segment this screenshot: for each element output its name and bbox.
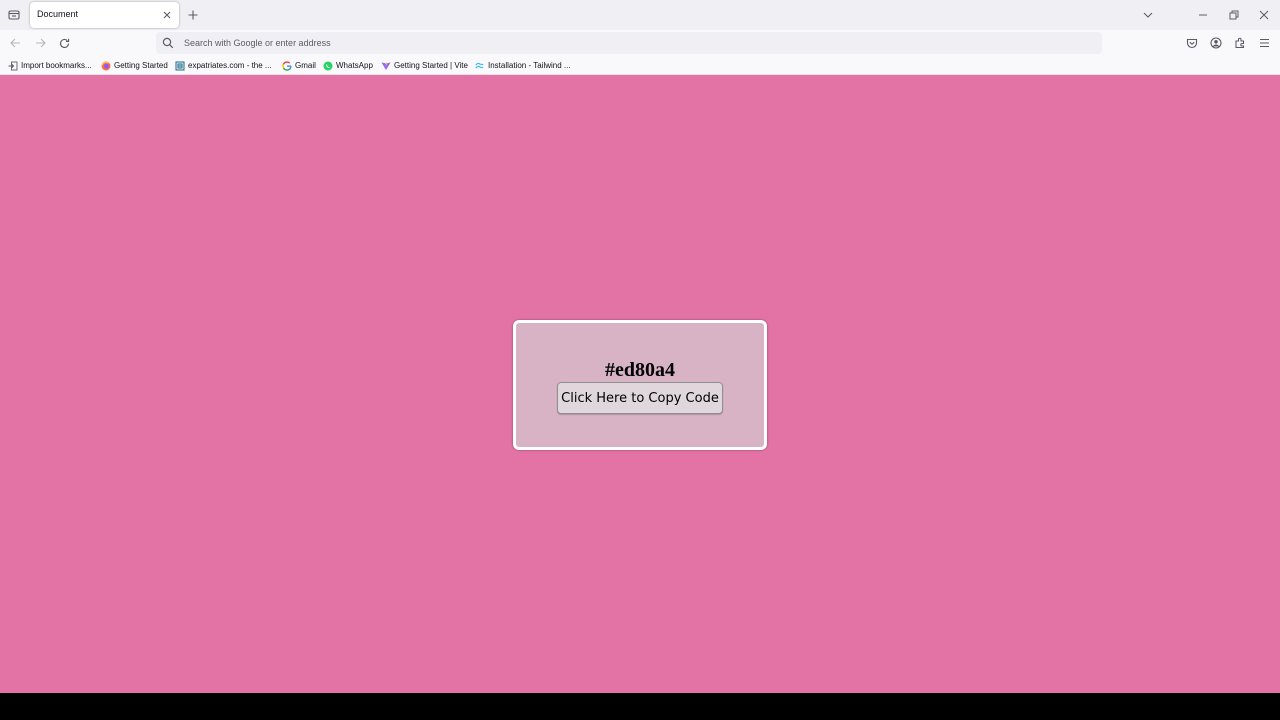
firefox-icon [101, 61, 111, 71]
menu-icon[interactable] [1256, 35, 1272, 51]
bookmark-label: WhatsApp [336, 61, 373, 70]
bookmark-label: Getting Started [114, 61, 168, 70]
restore-icon[interactable] [1226, 7, 1242, 23]
google-icon [282, 60, 292, 71]
forward-arrow-icon[interactable] [32, 35, 48, 51]
minimize-icon[interactable] [1195, 7, 1211, 23]
expatriates-icon [175, 61, 185, 71]
bookmark-gmail[interactable]: Gmail [282, 59, 316, 72]
chevron-down-icon[interactable] [1140, 7, 1156, 23]
close-icon[interactable] [160, 8, 174, 22]
copy-code-button[interactable]: Click Here to Copy Code [557, 382, 723, 414]
firefox-view-icon[interactable] [4, 5, 24, 25]
tailwind-icon [475, 61, 485, 71]
bookmark-tailwind[interactable]: Installation - Tailwind ... [475, 59, 571, 72]
close-window-icon[interactable] [1256, 7, 1272, 23]
account-icon[interactable] [1208, 35, 1224, 51]
import-icon [8, 61, 18, 71]
bookmarks-bar: Import bookmarks... Getting Started expa… [0, 56, 1280, 75]
bookmark-label: Gmail [295, 61, 316, 70]
bookmark-import[interactable]: Import bookmarks... [8, 59, 92, 72]
pocket-icon[interactable] [1184, 35, 1200, 51]
back-arrow-icon[interactable] [7, 35, 23, 51]
hex-code-text: #ed80a4 [605, 359, 675, 381]
bookmark-expatriates[interactable]: expatriates.com - the ... [175, 59, 272, 72]
search-input[interactable] [184, 34, 1084, 52]
bookmark-vite[interactable]: Getting Started | Vite [381, 59, 468, 72]
bookmark-getting-started[interactable]: Getting Started [101, 59, 168, 72]
whatsapp-icon [323, 61, 333, 71]
navigation-bar [0, 30, 1280, 56]
plus-icon[interactable] [185, 7, 201, 23]
tab-document[interactable]: Document [30, 2, 179, 28]
reload-icon[interactable] [56, 35, 72, 51]
extensions-icon[interactable] [1232, 35, 1248, 51]
bookmark-label: Getting Started | Vite [394, 61, 468, 70]
tab-strip: Document [0, 0, 1280, 30]
bottom-black-strip [0, 693, 1280, 720]
search-icon [162, 36, 176, 50]
bookmark-label: Import bookmarks... [21, 61, 92, 70]
vite-icon [381, 61, 391, 71]
bookmark-label: Installation - Tailwind ... [488, 61, 571, 70]
page-viewport: #ed80a4 Click Here to Copy Code [0, 75, 1280, 693]
tab-title: Document [37, 9, 79, 19]
bookmark-label: expatriates.com - the ... [188, 61, 272, 70]
bookmark-whatsapp[interactable]: WhatsApp [323, 59, 373, 72]
color-card: #ed80a4 Click Here to Copy Code [513, 320, 767, 450]
address-bar[interactable] [156, 32, 1102, 54]
